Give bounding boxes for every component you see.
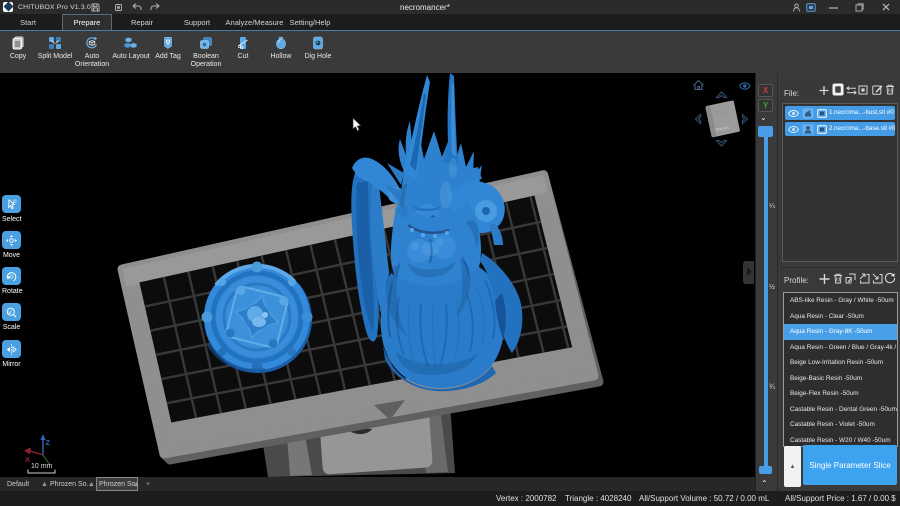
svg-text:10 mm: 10 mm [31, 463, 53, 470]
svg-text:Z: Z [46, 438, 51, 447]
svg-text:X: X [25, 455, 30, 464]
